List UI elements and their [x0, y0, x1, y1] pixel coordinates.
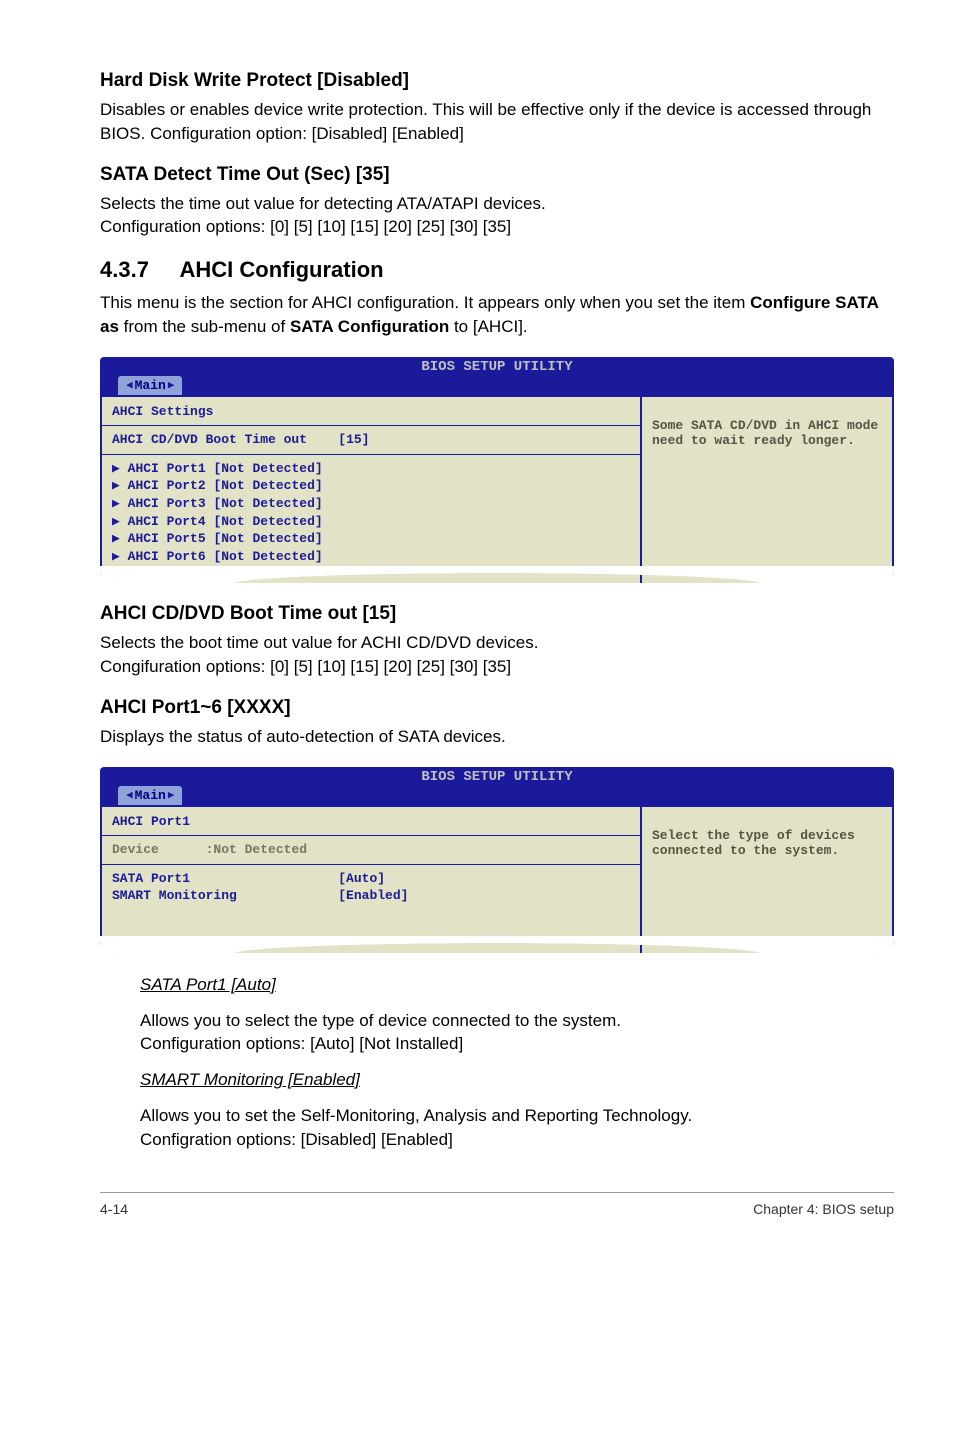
heading-ahci-cd-dvd-boot-time: AHCI CD/DVD Boot Time out [15]	[100, 603, 894, 625]
bios-section-heading: AHCI Settings	[112, 403, 630, 421]
section-number: 4.3.7	[100, 257, 149, 282]
subheading-sata-port1: SATA Port1 [Auto]	[140, 973, 894, 997]
paragraph: Configuration options: [0] [5] [10] [15]…	[100, 215, 894, 239]
bios-tab-main: ◀ Main ▶	[118, 376, 182, 395]
bios-row: SATA Port1 [Auto]	[112, 870, 630, 888]
chapter-label: Chapter 4: BIOS setup	[753, 1201, 894, 1217]
page-footer: 4-14 Chapter 4: BIOS setup	[100, 1192, 894, 1217]
bios-section-heading: AHCI Port1	[112, 813, 630, 831]
heading-ahci-port-1-6: AHCI Port1~6 [XXXX]	[100, 697, 894, 719]
paragraph: Allows you to set the Self-Monitoring, A…	[140, 1104, 894, 1128]
heading-sata-detect-time-out: SATA Detect Time Out (Sec) [35]	[100, 164, 894, 186]
bios-help-text: Select the type of devices connected to …	[652, 828, 882, 858]
bios-left-pane: AHCI Settings AHCI CD/DVD Boot Time out …	[100, 395, 641, 583]
bios-title: BIOS SETUP UTILITY	[421, 359, 572, 375]
paragraph: Selects the time out value for detecting…	[100, 192, 894, 216]
bios-title: BIOS SETUP UTILITY	[421, 769, 572, 785]
bios-port-row: ▶ AHCI Port6 [Not Detected]	[112, 548, 630, 566]
bios-tab-main: ◀ Main ▶	[118, 786, 182, 805]
triangle-left-icon: ◀	[126, 378, 133, 392]
paragraph: Configuration options: [Auto] [Not Insta…	[140, 1032, 894, 1056]
paragraph: Congifuration options: [0] [5] [10] [15]…	[100, 655, 894, 679]
section-title: AHCI Configuration	[180, 257, 384, 282]
subheading-smart-monitoring: SMART Monitoring [Enabled]	[140, 1068, 894, 1092]
bios-screenshot-ahci-settings: BIOS SETUP UTILITY ◀ Main ▶ AHCI Setting…	[100, 357, 894, 583]
page-number: 4-14	[100, 1201, 128, 1217]
bios-help-pane: Select the type of devices connected to …	[641, 805, 894, 953]
bios-left-pane: AHCI Port1 Device :Not Detected SATA Por…	[100, 805, 641, 953]
bios-port-row: ▶ AHCI Port4 [Not Detected]	[112, 513, 630, 531]
bios-help-pane: Some SATA CD/DVD in AHCI mode need to wa…	[641, 395, 894, 583]
triangle-right-icon: ▶	[168, 378, 175, 392]
bios-row: SMART Monitoring [Enabled]	[112, 887, 630, 905]
paragraph: Displays the status of auto-detection of…	[100, 725, 894, 749]
bios-header: BIOS SETUP UTILITY ◀ Main ▶	[100, 357, 894, 395]
paragraph: Disables or enables device write protect…	[100, 98, 894, 146]
bios-port-row: ▶ AHCI Port1 [Not Detected]	[112, 460, 630, 478]
triangle-right-icon: ▶	[168, 788, 175, 802]
paragraph: This menu is the section for AHCI config…	[100, 291, 894, 339]
paragraph: Allows you to select the type of device …	[140, 1009, 894, 1033]
bios-row: AHCI CD/DVD Boot Time out [15]	[112, 431, 630, 449]
bios-port-row: ▶ AHCI Port5 [Not Detected]	[112, 530, 630, 548]
bios-device-row: Device :Not Detected	[112, 841, 630, 859]
bios-header: BIOS SETUP UTILITY ◀ Main ▶	[100, 767, 894, 805]
paragraph: Selects the boot time out value for ACHI…	[100, 631, 894, 655]
bios-screenshot-ahci-port1: BIOS SETUP UTILITY ◀ Main ▶ AHCI Port1 D…	[100, 767, 894, 953]
triangle-left-icon: ◀	[126, 788, 133, 802]
heading-ahci-configuration: 4.3.7 AHCI Configuration	[100, 257, 894, 283]
paragraph: Configration options: [Disabled] [Enable…	[140, 1128, 894, 1152]
bios-port-row: ▶ AHCI Port3 [Not Detected]	[112, 495, 630, 513]
bios-port-row: ▶ AHCI Port2 [Not Detected]	[112, 477, 630, 495]
bios-help-text: Some SATA CD/DVD in AHCI mode need to wa…	[652, 418, 882, 448]
heading-hard-disk-write-protect: Hard Disk Write Protect [Disabled]	[100, 70, 894, 92]
